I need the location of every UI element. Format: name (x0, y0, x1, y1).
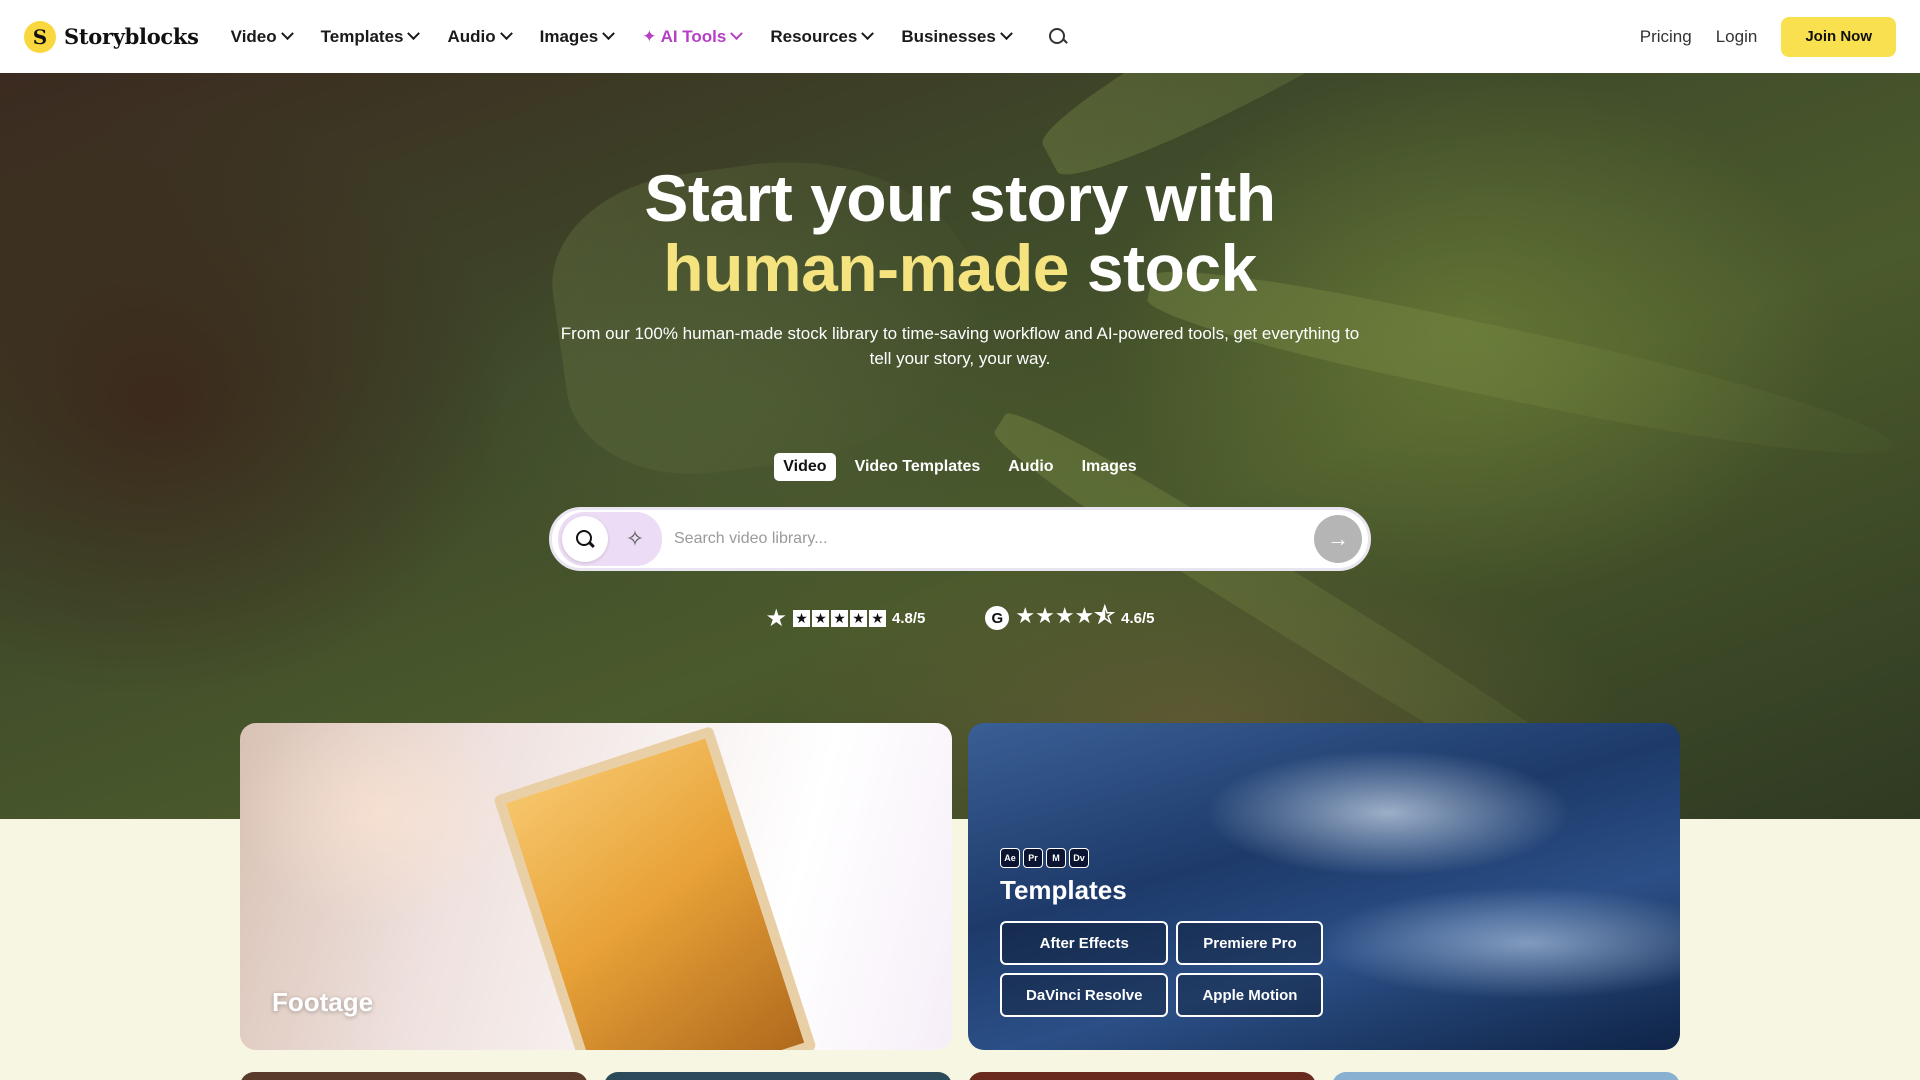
top-navbar: S Storyblocks Video Templates Audio Imag… (0, 0, 1920, 73)
hero-section: Start your story with human-made stock F… (0, 73, 1920, 819)
search-icon (575, 529, 595, 549)
tab-images[interactable]: Images (1073, 453, 1146, 481)
hero-title: Start your story with human-made stock (0, 163, 1920, 303)
star-icon: ★ (869, 609, 887, 627)
chevron-down-icon (999, 27, 1013, 41)
templates-card-title: Templates (1000, 875, 1127, 905)
logo-text: Storyblocks (64, 24, 199, 49)
after-effects-icon: Ae (1000, 848, 1020, 868)
davinci-resolve-icon: Dv (1069, 848, 1089, 868)
category-card-preview[interactable] (1332, 1072, 1680, 1080)
template-buttons: After Effects Premiere Pro DaVinci Resol… (1000, 921, 1324, 1017)
search-category-tabs: Video Video Templates Audio Images (0, 453, 1920, 481)
templates-card[interactable]: Ae Pr M Dv Templates After Effects Premi… (968, 723, 1680, 1050)
standard-search-mode-button[interactable] (562, 516, 608, 562)
trustpilot-logo-icon: ★ (765, 604, 788, 632)
nav-item-images[interactable]: Images (539, 26, 616, 47)
app-icons-row: Ae Pr M Dv (1000, 848, 1089, 868)
g2-rating[interactable]: G ★★★★⯪ 4.6/5 (985, 599, 1155, 637)
chevron-down-icon (499, 27, 513, 41)
login-link[interactable]: Login (1716, 27, 1758, 47)
chevron-down-icon (602, 27, 616, 41)
chevron-down-icon (280, 27, 294, 41)
ratings-row: ★ ★ ★ ★ ★ ★ 4.8/5 G ★★★★⯪ 4.6/5 (0, 599, 1920, 637)
chevron-down-icon (407, 27, 421, 41)
nav-item-templates[interactable]: Templates (320, 26, 421, 47)
nav-item-label: Images (539, 26, 599, 46)
nav-item-label: Audio (447, 26, 496, 46)
search-bar: ✧ → (549, 507, 1371, 571)
arrow-right-icon: → (1327, 526, 1349, 551)
footage-card[interactable]: Footage (240, 723, 952, 1050)
search-submit-button[interactable]: → (1314, 515, 1362, 563)
nav-item-label: ✦ AI Tools (642, 26, 727, 46)
nav-item-video[interactable]: Video (230, 26, 294, 47)
star-icon: ★ (812, 609, 830, 627)
nav-item-label: Businesses (901, 26, 996, 46)
category-card-preview[interactable] (240, 1072, 588, 1080)
g2-stars-icon: ★★★★⯪ (1015, 603, 1116, 628)
nav-item-ai-tools[interactable]: ✦ AI Tools (642, 26, 744, 47)
ai-search-mode-button[interactable]: ✧ (612, 516, 658, 562)
search-input[interactable] (662, 530, 1314, 548)
star-icon: ★ (850, 609, 868, 627)
honeycomb-image (493, 725, 817, 1050)
nav-item-resources[interactable]: Resources (770, 26, 875, 47)
trustpilot-rating[interactable]: ★ ★ ★ ★ ★ ★ 4.8/5 (766, 599, 926, 637)
storyblocks-logo[interactable]: S Storyblocks (24, 20, 199, 53)
nav-item-label: Resources (770, 26, 858, 46)
nav-right-group: Pricing Login Join Now (1640, 16, 1896, 57)
trustpilot-stars: ★ ★ ★ ★ ★ (793, 609, 887, 627)
premiere-pro-icon: Pr (1023, 848, 1043, 868)
nav-item-audio[interactable]: Audio (447, 26, 513, 47)
join-now-button[interactable]: Join Now (1781, 16, 1896, 57)
chevron-down-icon (861, 27, 875, 41)
nav-item-label: Templates (320, 26, 404, 46)
hero-subtitle: From our 100% human-made stock library t… (560, 324, 1360, 368)
pricing-link[interactable]: Pricing (1640, 27, 1692, 47)
premiere-pro-button[interactable]: Premiere Pro (1176, 921, 1324, 965)
g2-logo-icon: G (985, 606, 1010, 630)
apple-motion-icon: M (1046, 848, 1066, 868)
hero-title-highlight: human-made (663, 231, 1069, 305)
search-mode-toggle: ✧ (558, 512, 662, 566)
category-card-preview[interactable] (604, 1072, 952, 1080)
hero-title-rest: stock (1086, 231, 1257, 305)
davinci-resolve-button[interactable]: DaVinci Resolve (1000, 973, 1169, 1017)
hero-title-line1: Start your story with (644, 161, 1276, 235)
star-icon: ★ (793, 609, 811, 627)
g2-score: 4.6/5 (1121, 609, 1155, 627)
trustpilot-score: 4.8/5 (892, 609, 926, 627)
tab-audio[interactable]: Audio (999, 453, 1062, 481)
search-icon[interactable] (1048, 27, 1068, 47)
apple-motion-button[interactable]: Apple Motion (1176, 973, 1324, 1017)
nav-item-label: Video (230, 26, 277, 46)
sparkle-icon: ✧ (625, 526, 645, 551)
chevron-down-icon (730, 27, 744, 41)
category-card-preview[interactable] (968, 1072, 1316, 1080)
footage-card-title: Footage (272, 987, 374, 1017)
logo-mark-icon: S (24, 20, 56, 53)
tab-video-templates[interactable]: Video Templates (846, 453, 990, 481)
tab-video[interactable]: Video (774, 453, 836, 481)
nav-item-businesses[interactable]: Businesses (901, 26, 1013, 47)
after-effects-button[interactable]: After Effects (1000, 921, 1169, 965)
star-icon: ★ (831, 609, 849, 627)
